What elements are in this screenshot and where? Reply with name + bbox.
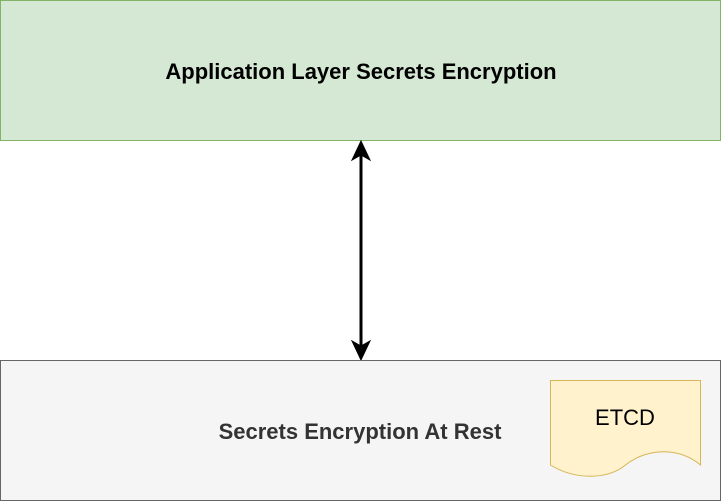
- application-layer-label: Application Layer Secrets Encryption: [165, 59, 556, 84]
- diagram-canvas: Application Layer Secrets Encryption Sec…: [0, 0, 721, 501]
- encryption-at-rest-label: Secrets Encryption At Rest: [219, 419, 502, 444]
- etcd-label: ETCD: [595, 405, 655, 430]
- bidirectional-arrow: [350, 139, 372, 362]
- application-layer-box: Application Layer Secrets Encryption: [0, 0, 721, 141]
